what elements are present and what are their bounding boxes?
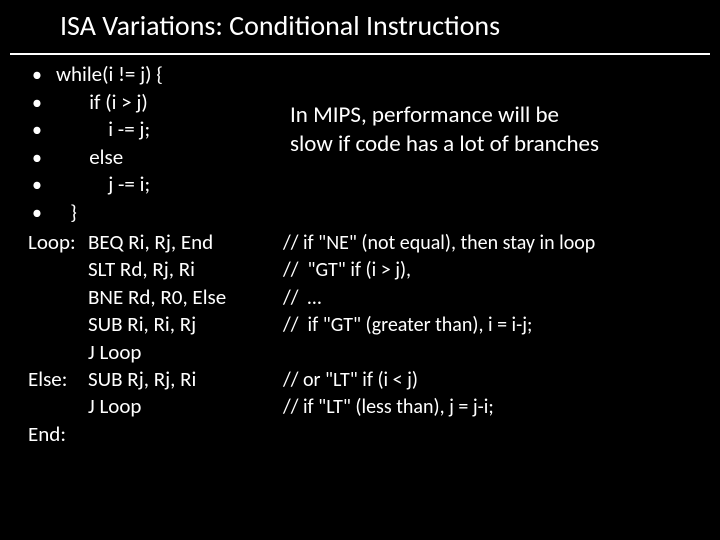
slide-content: • while(i != j) { • if (i > j) • i -= j;… <box>0 55 720 448</box>
asm-comment: // … <box>283 286 321 312</box>
asm-label: Loop: <box>28 229 88 256</box>
asm-row: Else: SUB Rj, Rj, Ri // or "LT" if (i < … <box>28 366 720 394</box>
callout-line: In MIPS, performance will be <box>290 101 710 130</box>
bullet-icon: • <box>28 91 56 117</box>
bullet-text: else <box>56 144 123 171</box>
bullet-text: if (i > j) <box>56 89 148 116</box>
asm-instruction: BNE Rd, R0, Else <box>88 284 283 311</box>
asm-row: BNE Rd, R0, Else // … <box>28 284 720 312</box>
bullet-row: • j -= i; <box>28 171 720 199</box>
assembly-block: Loop: BEQ Ri, Rj, End // if "NE" (not eq… <box>28 229 720 448</box>
bullet-row: • } <box>28 199 720 227</box>
performance-callout: In MIPS, performance will be slow if cod… <box>290 101 710 159</box>
bullet-text: } <box>56 199 77 226</box>
asm-row: J Loop <box>28 339 720 366</box>
asm-row: Loop: BEQ Ri, Rj, End // if "NE" (not eq… <box>28 229 720 257</box>
asm-instruction: J Loop <box>88 339 283 366</box>
asm-comment: // if "LT" (less than), j = j-i; <box>283 395 494 421</box>
asm-instruction: J Loop <box>88 393 283 420</box>
asm-instruction: SUB Rj, Rj, Ri <box>88 366 283 393</box>
asm-row: End: <box>28 421 720 448</box>
bullet-icon: • <box>28 118 56 144</box>
callout-line: slow if code has a lot of branches <box>290 130 710 159</box>
asm-comment: // if "NE" (not equal), then stay in loo… <box>283 231 595 257</box>
asm-instruction: BEQ Ri, Rj, End <box>88 229 283 256</box>
asm-comment: // "GT" if (i > j), <box>283 258 411 284</box>
bullet-icon: • <box>28 146 56 172</box>
asm-row: J Loop // if "LT" (less than), j = j-i; <box>28 393 720 421</box>
bullet-icon: • <box>28 201 56 227</box>
bullet-icon: • <box>28 173 56 199</box>
slide-title: ISA Variations: Conditional Instructions <box>60 8 680 43</box>
asm-instruction: SUB Ri, Ri, Rj <box>88 311 283 338</box>
asm-row: SUB Ri, Ri, Rj // if "GT" (greater than)… <box>28 311 720 339</box>
asm-row: SLT Rd, Rj, Ri // "GT" if (i > j), <box>28 256 720 284</box>
asm-comment: // or "LT" if (i < j) <box>283 368 418 394</box>
asm-label: Else: <box>28 366 88 393</box>
asm-label: End: <box>28 421 88 448</box>
title-area: ISA Variations: Conditional Instructions <box>0 0 720 49</box>
bullet-text: j -= i; <box>56 171 150 198</box>
asm-instruction: SLT Rd, Rj, Ri <box>88 256 283 283</box>
asm-comment: // if "GT" (greater than), i = i-j; <box>283 313 532 339</box>
bullet-row: • while(i != j) { <box>28 61 720 89</box>
bullet-text: i -= j; <box>56 116 150 143</box>
bullet-text: while(i != j) { <box>56 61 163 88</box>
bullet-icon: • <box>28 63 56 89</box>
